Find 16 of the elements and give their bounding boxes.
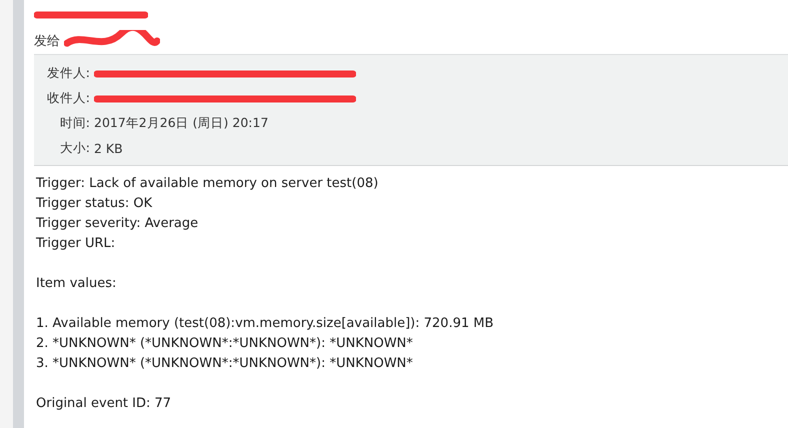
message-line: 1. Available memory (test(08):vm.memory.size[available]): 720.91 MB [36, 315, 495, 333]
recipient-label: 发给 [34, 33, 60, 50]
message-line: Trigger: Lack of available memory on server test(08) [36, 175, 380, 193]
message-line: 2. *UNKNOWN* (*UNKNOWN*:*UNKNOWN*): *UNKNOWN* [36, 335, 414, 353]
field-label: 时间: [60, 115, 90, 132]
message-line: Item values: [36, 275, 118, 293]
message-line: Trigger status: OK [36, 195, 154, 213]
field-value: 2 KB [94, 141, 123, 156]
field-label: 发件人: [46, 65, 90, 82]
field-label: 收件人: [46, 90, 90, 107]
field-value: 2017年2月26日 (周日) 20:17 [94, 115, 268, 132]
message-line: Trigger URL: [36, 235, 116, 253]
message-line: Trigger severity: Average [36, 215, 200, 233]
message-line: 3. *UNKNOWN* (*UNKNOWN*:*UNKNOWN*): *UNKNOWN* [36, 355, 414, 373]
field-label: 大小: [60, 140, 90, 157]
message-line: Original event ID: 77 [36, 395, 172, 413]
